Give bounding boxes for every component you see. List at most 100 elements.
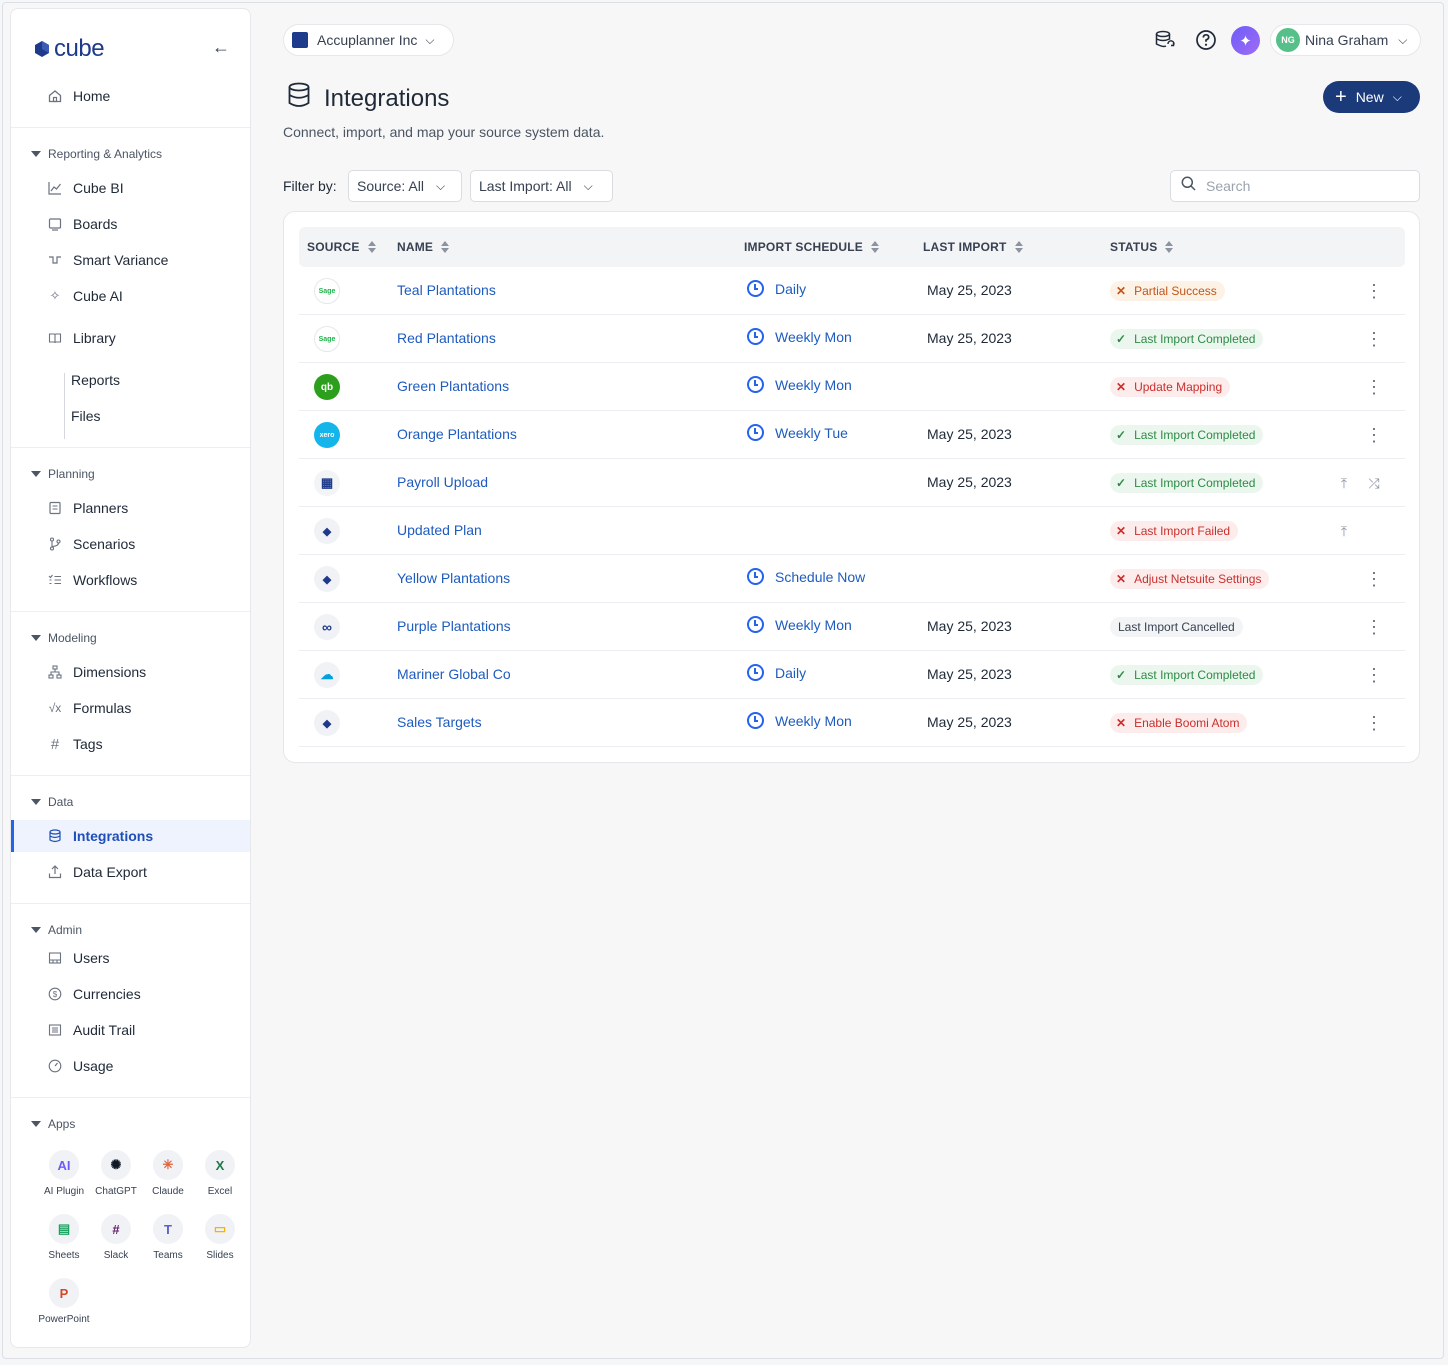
integration-name-link[interactable]: Updated Plan <box>397 522 482 538</box>
integration-name-link[interactable]: Orange Plantations <box>397 426 517 442</box>
column-header-schedule[interactable]: IMPORT SCHEDULE <box>744 240 880 254</box>
sidebar-item-currencies[interactable]: $ Currencies <box>11 978 250 1010</box>
integration-name-link[interactable]: Sales Targets <box>397 714 482 730</box>
more-options-icon[interactable]: ⋮ <box>1365 425 1383 445</box>
table-row[interactable]: ☁ Mariner Global Co Daily May 25, 2023 ✓ Last… <box>299 651 1405 699</box>
more-options-icon[interactable]: ⋮ <box>1365 377 1383 397</box>
app-slides[interactable]: ▭ Slides <box>194 1214 246 1261</box>
more-options-icon[interactable]: ⋮ <box>1365 713 1383 733</box>
ai-assistant-button[interactable]: ✦ <box>1231 26 1260 55</box>
sidebar-item-home[interactable]: Home <box>11 80 250 112</box>
status-badge[interactable]: Last Import Cancelled <box>1110 617 1243 637</box>
status-badge[interactable]: ✕ Adjust Netsuite Settings <box>1110 569 1270 589</box>
status-badge[interactable]: ✓ Last Import Completed <box>1110 473 1264 493</box>
more-options-icon[interactable]: ⋮ <box>1365 665 1383 685</box>
app-teams[interactable]: T Teams <box>142 1214 194 1261</box>
status-badge[interactable]: ✕ Partial Success <box>1110 281 1225 301</box>
search-box[interactable] <box>1170 170 1420 202</box>
sidebar-item-integrations[interactable]: Integrations <box>11 820 250 852</box>
more-options-icon[interactable]: ⋮ <box>1365 281 1383 301</box>
collapse-sidebar-icon[interactable]: ← <box>211 37 231 57</box>
column-header-last-import[interactable]: LAST IMPORT <box>923 240 1023 254</box>
sidebar-item-scenarios[interactable]: Scenarios <box>11 528 250 560</box>
app-slack[interactable]: # Slack <box>90 1214 142 1261</box>
sidebar-item-tags[interactable]: # Tags <box>11 728 250 760</box>
column-header-source[interactable]: SOURCE <box>307 240 376 254</box>
section-data[interactable]: Data <box>31 795 73 809</box>
status-badge[interactable]: ✓ Last Import Completed <box>1110 665 1264 685</box>
user-menu[interactable]: NG Nina Graham ⌵ <box>1270 24 1421 56</box>
org-selector[interactable]: Accuplanner Inc ⌵ <box>283 24 454 56</box>
table-row[interactable]: ◆ Updated Plan ✕ Last Import Failed ⤒ <box>299 507 1405 555</box>
sidebar-item-usage[interactable]: Usage <box>11 1050 250 1082</box>
import-schedule-link[interactable]: Daily <box>747 664 806 681</box>
column-header-name[interactable]: NAME <box>397 240 450 254</box>
table-row[interactable]: ▦ Payroll Upload May 25, 2023 ✓ Last Import … <box>299 459 1405 507</box>
last-import-filter[interactable]: Last Import: All ⌵ <box>470 170 613 202</box>
upload-icon[interactable]: ⤒ <box>1335 473 1353 493</box>
table-row[interactable]: ∞ Purple Plantations Weekly Mon May 25, 202… <box>299 603 1405 651</box>
integration-name-link[interactable]: Mariner Global Co <box>397 666 511 682</box>
sidebar-item-library[interactable]: Library <box>11 322 250 354</box>
integration-name-link[interactable]: Red Plantations <box>397 330 496 346</box>
cube-logo[interactable]: cube <box>33 35 105 63</box>
table-row[interactable]: Sage Teal Plantations Daily May 25, 2023 ✕ Pa… <box>299 267 1405 315</box>
help-icon[interactable] <box>1194 28 1218 52</box>
status-badge[interactable]: ✓ Last Import Completed <box>1110 425 1264 445</box>
import-schedule-link[interactable]: Weekly Tue <box>747 424 848 441</box>
more-options-icon[interactable]: ⋮ <box>1365 617 1383 637</box>
section-modeling[interactable]: Modeling <box>31 631 97 645</box>
database-sync-icon[interactable] <box>1153 28 1177 52</box>
more-options-icon[interactable]: ⋮ <box>1365 569 1383 589</box>
sidebar-item-dimensions[interactable]: Dimensions <box>11 656 250 688</box>
app-sheets[interactable]: ▤ Sheets <box>38 1214 90 1261</box>
app-powerpoint[interactable]: P PowerPoint <box>38 1278 90 1325</box>
import-schedule-link[interactable]: Weekly Mon <box>747 712 852 729</box>
sidebar-item-files[interactable]: Files <box>11 400 250 432</box>
table-row[interactable]: qb Green Plantations Weekly Mon ✕ Update Map… <box>299 363 1405 411</box>
table-row[interactable]: ◆ Sales Targets Weekly Mon May 25, 2023 ✕ Ena… <box>299 699 1405 747</box>
integration-name-link[interactable]: Purple Plantations <box>397 618 511 634</box>
column-header-status[interactable]: STATUS <box>1110 240 1174 254</box>
section-apps[interactable]: Apps <box>31 1117 75 1131</box>
shuffle-icon[interactable]: ⤮ <box>1365 473 1383 493</box>
upload-icon[interactable]: ⤒ <box>1335 521 1353 541</box>
table-row[interactable]: Sage Red Plantations Weekly Mon May 25, 202… <box>299 315 1405 363</box>
section-planning[interactable]: Planning <box>31 467 95 481</box>
sidebar-item-smart-variance[interactable]: Smart Variance <box>11 244 250 276</box>
status-badge[interactable]: ✓ Last Import Completed <box>1110 329 1264 349</box>
status-badge[interactable]: ✕ Last Import Failed <box>1110 521 1239 541</box>
more-options-icon[interactable]: ⋮ <box>1365 329 1383 349</box>
sidebar-item-cube-ai[interactable]: ✧ Cube AI <box>11 280 250 312</box>
sidebar-item-audit-trail[interactable]: Audit Trail <box>11 1014 250 1046</box>
search-input[interactable] <box>1206 178 1406 194</box>
import-schedule-link[interactable]: Daily <box>747 280 806 297</box>
integration-name-link[interactable]: Payroll Upload <box>397 474 488 490</box>
sidebar-item-cube-bi[interactable]: Cube BI <box>11 172 250 204</box>
app-ai-plugin[interactable]: AI AI Plugin <box>38 1150 90 1197</box>
sidebar-item-users[interactable]: Users <box>11 942 250 974</box>
app-chatgpt[interactable]: ✺ ChatGPT <box>90 1150 142 1197</box>
table-row[interactable]: ◆ Yellow Plantations Schedule Now ✕ Adjust N… <box>299 555 1405 603</box>
table-row[interactable]: xero Orange Plantations Weekly Tue May 25, … <box>299 411 1405 459</box>
section-admin[interactable]: Admin <box>31 923 82 937</box>
sidebar-item-formulas[interactable]: √x Formulas <box>11 692 250 724</box>
app-claude[interactable]: ✳ Claude <box>142 1150 194 1197</box>
status-badge[interactable]: ✕ Update Mapping <box>1110 377 1231 397</box>
sidebar-item-planners[interactable]: Planners <box>11 492 250 524</box>
new-button[interactable]: + New ⌵ <box>1323 81 1420 113</box>
section-reporting[interactable]: Reporting & Analytics <box>31 147 162 161</box>
sidebar-item-reports[interactable]: Reports <box>11 364 250 396</box>
integration-name-link[interactable]: Yellow Plantations <box>397 570 510 586</box>
sidebar-item-boards[interactable]: Boards <box>11 208 250 240</box>
import-schedule-link[interactable]: Weekly Mon <box>747 328 852 345</box>
import-schedule-link[interactable]: Schedule Now <box>747 568 865 585</box>
status-badge[interactable]: ✕ Enable Boomi Atom <box>1110 713 1248 733</box>
import-schedule-link[interactable]: Weekly Mon <box>747 616 852 633</box>
app-excel[interactable]: X Excel <box>194 1150 246 1197</box>
integration-name-link[interactable]: Teal Plantations <box>397 282 496 298</box>
import-schedule-link[interactable]: Weekly Mon <box>747 376 852 393</box>
source-filter[interactable]: Source: All ⌵ <box>348 170 462 202</box>
sidebar-item-data-export[interactable]: Data Export <box>11 856 250 888</box>
integration-name-link[interactable]: Green Plantations <box>397 378 509 394</box>
